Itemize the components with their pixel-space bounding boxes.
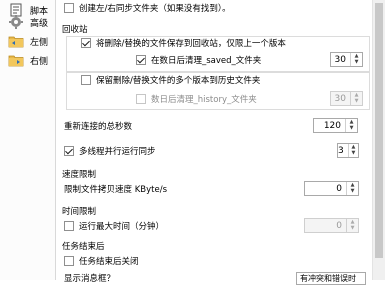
clean-saved-days-value: 30 bbox=[334, 54, 346, 65]
scrollbar-thumb[interactable] bbox=[375, 3, 383, 258]
spin-arrows-icon[interactable]: ▲ ▼ bbox=[346, 182, 358, 195]
clean-saved-label: 在数日后清理_saved_文件夹 bbox=[151, 56, 262, 66]
recycle-section-title: 回收站 bbox=[62, 25, 88, 35]
time-limit-value: 0 bbox=[336, 220, 342, 231]
vertical-scrollbar[interactable] bbox=[372, 0, 385, 280]
sidebar-item-right[interactable]: 右侧 bbox=[0, 50, 55, 70]
create-folders-label: 创建左/右同步文件夹（如果没有找到）。 bbox=[79, 4, 231, 14]
multithread-checkbox[interactable] bbox=[64, 146, 74, 156]
save-to-recycle-option[interactable]: 将删除/替换的文件保存到回收站，仅限上一个版本 bbox=[81, 37, 286, 49]
close-after-label: 任务结束后关闭 bbox=[79, 257, 139, 267]
spin-arrows-icon[interactable]: ▲ ▼ bbox=[350, 92, 362, 105]
sidebar-item-label: 左侧 bbox=[30, 37, 49, 48]
close-after-checkbox[interactable] bbox=[64, 256, 74, 266]
clean-history-label: 数日后清理_history_文件夹 bbox=[151, 95, 257, 105]
create-folders-option[interactable]: 创建左/右同步文件夹（如果没有找到）。 bbox=[64, 2, 231, 14]
reconnect-seconds-input[interactable]: 120 ▲ ▼ bbox=[313, 118, 358, 133]
clean-history-option[interactable]: 数日后清理_history_文件夹 bbox=[136, 93, 257, 105]
clean-history-days-input[interactable]: 30 ▲ ▼ bbox=[330, 91, 363, 106]
advanced-options-panel: 创建左/右同步文件夹（如果没有找到）。 回收站 将删除/替换的文件保存到回收站，… bbox=[58, 0, 370, 285]
speed-limit-value: 0 bbox=[336, 183, 342, 194]
sidebar-item-label: 右侧 bbox=[30, 56, 49, 67]
speed-label: 限制文件拷贝速度 KByte/s bbox=[64, 185, 167, 195]
close-after-option[interactable]: 任务结束后关闭 bbox=[64, 255, 139, 267]
sidebar-item-advanced[interactable]: 高级 bbox=[0, 12, 55, 32]
time-section-title: 时间限制 bbox=[62, 207, 97, 217]
spin-arrows-icon[interactable]: ▲ ▼ bbox=[345, 119, 357, 132]
save-to-recycle-checkbox[interactable] bbox=[81, 38, 91, 48]
multithread-count-value: 3 bbox=[338, 145, 344, 156]
time-limit-input[interactable]: 0 ▲ ▼ bbox=[304, 218, 359, 233]
clean-history-days-value: 30 bbox=[334, 93, 346, 104]
clean-history-checkbox[interactable] bbox=[136, 94, 146, 104]
reconnect-seconds-value: 120 bbox=[323, 120, 341, 131]
keep-versions-option[interactable]: 保留删除/替换文件的多个版本到历史文件夹 bbox=[81, 74, 260, 86]
folder-left-icon bbox=[8, 33, 24, 49]
show-message-label: 显示消息框？ bbox=[64, 274, 116, 284]
speed-section-title: 速度限制 bbox=[62, 170, 97, 180]
time-limit-option[interactable]: 运行最大时间（分钟） bbox=[64, 220, 164, 232]
show-message-value: 有冲突和错误时 bbox=[300, 274, 356, 283]
keep-versions-label: 保留删除/替换文件的多个版本到历史文件夹 bbox=[96, 76, 261, 86]
folder-right-icon bbox=[8, 52, 24, 68]
spin-arrows-icon[interactable]: ▲ ▼ bbox=[347, 144, 358, 157]
time-limit-checkbox[interactable] bbox=[64, 221, 74, 231]
save-to-recycle-label: 将删除/替换的文件保存到回收站，仅限上一个版本 bbox=[96, 39, 286, 49]
multithread-label: 多线程并行运行同步 bbox=[79, 147, 156, 157]
speed-limit-input[interactable]: 0 ▲ ▼ bbox=[304, 181, 359, 196]
multithread-count-input[interactable]: 3 ▲ ▼ bbox=[337, 143, 359, 158]
sidebar-item-label: 高级 bbox=[30, 18, 49, 29]
show-message-dropdown[interactable]: 有冲突和错误时 bbox=[296, 272, 366, 285]
gear-icon bbox=[8, 14, 24, 30]
after-section-title: 任务结束后 bbox=[62, 242, 105, 252]
sidebar-item-left[interactable]: 左侧 bbox=[0, 31, 55, 51]
sidebar: 脚本 高级 左侧 右侧 bbox=[0, 0, 56, 280]
reconnect-label: 重新连接的总秒数 bbox=[64, 122, 133, 132]
clean-saved-option[interactable]: 在数日后清理_saved_文件夹 bbox=[136, 54, 261, 66]
multithread-option[interactable]: 多线程并行运行同步 bbox=[64, 145, 156, 157]
clean-saved-checkbox[interactable] bbox=[136, 55, 146, 65]
time-limit-label: 运行最大时间（分钟） bbox=[79, 222, 165, 232]
clean-saved-days-input[interactable]: 30 ▲ ▼ bbox=[330, 52, 363, 67]
keep-versions-checkbox[interactable] bbox=[81, 75, 91, 85]
spin-arrows-icon[interactable]: ▲ ▼ bbox=[346, 219, 358, 232]
spin-arrows-icon[interactable]: ▲ ▼ bbox=[350, 53, 362, 66]
create-folders-checkbox[interactable] bbox=[64, 3, 74, 13]
